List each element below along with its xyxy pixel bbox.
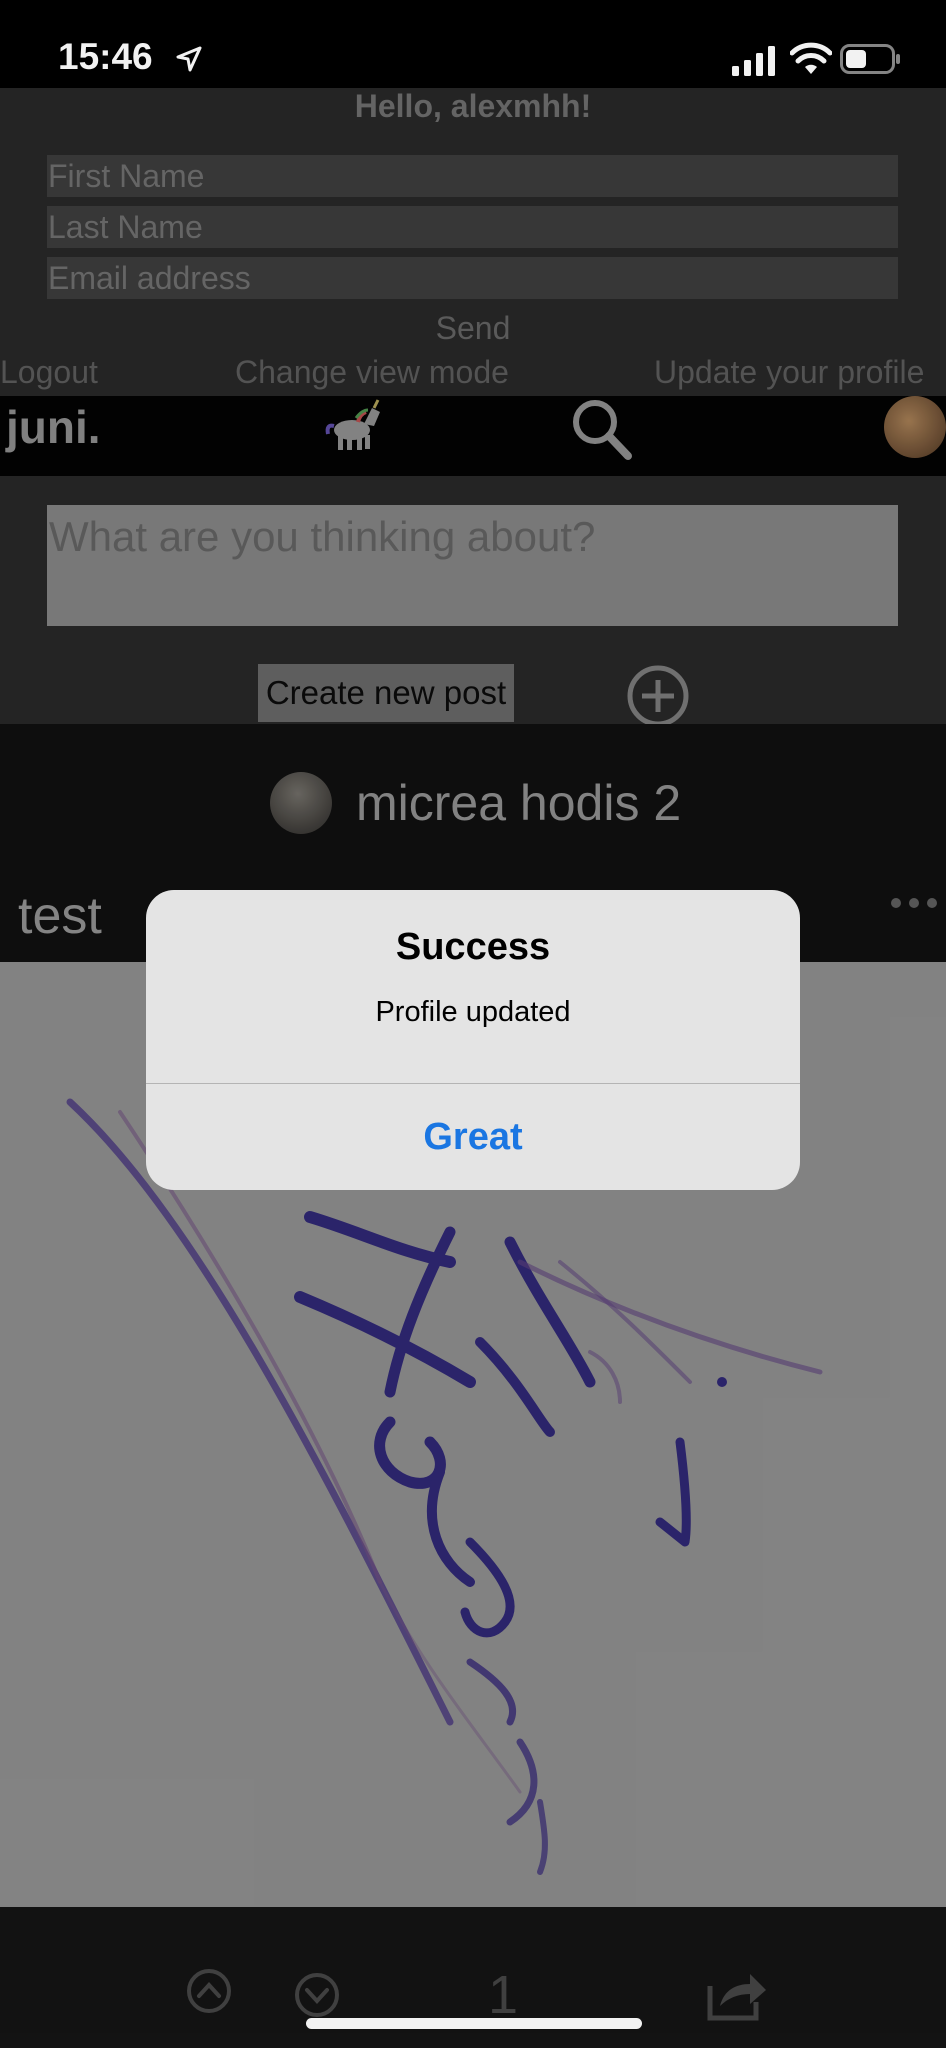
great-button[interactable]: Great	[146, 1084, 800, 1190]
alert-dialog: Success Profile updated Great	[146, 890, 800, 1190]
alert-message: Profile updated	[375, 996, 571, 1028]
alert-title: Success	[395, 926, 551, 968]
